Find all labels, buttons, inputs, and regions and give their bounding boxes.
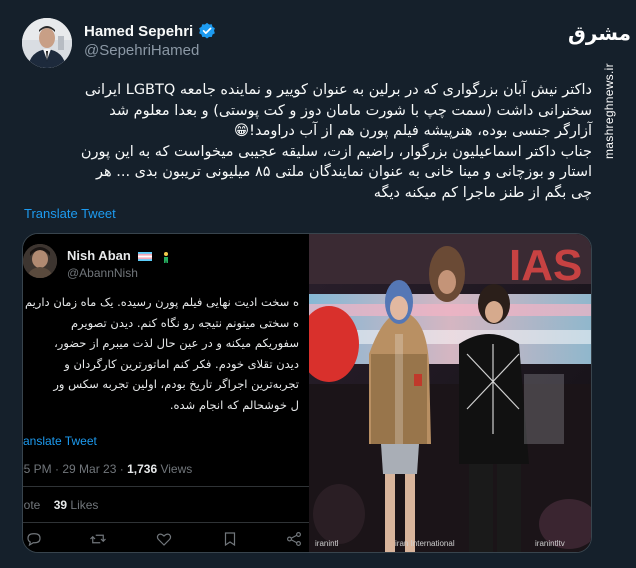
embedded-timestamp-row: 05 PM · 29 Mar 23 · 1,736 Views [23,462,192,476]
embedded-author-avatar [23,244,57,278]
share-icon [287,532,301,546]
embedded-tweet-body: ه سخت ادیت نهایی فیلم پورن رسیده. یک ماه… [23,292,299,415]
retweet-icon [90,534,106,544]
author-name-row: Hamed Sepehri [84,22,216,40]
embedded-action-bar [23,530,309,550]
trans-flag-icon [138,252,153,262]
embedded-tweet-screenshot: Nish Aban @AbannNish ه سخت ادیت نهایی فی… [23,234,309,552]
embedded-tweet-line: ل خوشحالم که انجام شده. [169,397,299,412]
embedded-tweet-line: سفوریکم میکنه و در عین حال لذت میبرم از … [54,336,299,350]
tweet-line: استار و بوزچانی و مینا خانی به عنوان نما… [95,164,592,180]
photo-watermark-handle: iranintltv [535,539,565,548]
mashregh-watermark: مشرق mashreghnews.ir [567,12,634,172]
author-avatar[interactable] [22,18,72,68]
photo-watermark-left: iranintl [315,539,339,548]
meta-separator: · [119,462,128,476]
like-icon [156,533,172,546]
bookmark-icon [224,532,236,547]
tweet-line: چی بگم از طنز ماجرا کم میکنه دیگه [373,184,592,201]
embedded-stats-row: uote 39 Likes [23,498,98,512]
embedded-translate-link: ranslate Tweet [23,434,97,448]
author-display-name[interactable]: Hamed Sepehri [84,23,193,40]
divider [23,522,309,523]
embedded-likes-count: 39 [53,498,68,512]
embedded-views-label: Views [160,462,193,476]
tweet-line: آزارگر جنسی بوده، هنرپیشه فیلم پورن هم ا… [234,123,592,139]
author-photo [22,18,72,68]
tweet-line: سخنرانی داشت (سمت چپ با شورت مامان دوز و… [109,102,592,119]
embedded-avatar-photo [23,244,57,278]
tweet-line: جناب داکتر اسماعیلیون بزرگوار، راضیم ازت… [80,143,592,160]
tweet-media[interactable]: Nish Aban @AbannNish ه سخت ادیت نهایی فی… [22,233,592,553]
tweet-line: داکتر نیش آبان بزرگواری که در برلین به ع… [84,82,592,98]
translate-tweet-link[interactable]: Translate Tweet [24,206,116,221]
embedded-author-name-text: Nish Aban [67,248,131,263]
event-photo: IAS iran International iranintltv iranin… [309,234,591,552]
embedded-quotes-label: uote [23,498,41,512]
speakers-on-stage-photo: IAS iran International iranintltv iranin… [309,234,591,552]
tweet-body: داکتر نیش آبان بزرگواری که در برلین به ع… [22,80,592,203]
embedded-date: 29 Mar 23 [62,462,117,476]
mashregh-logo: مشرق [567,21,631,45]
embedded-time: 05 PM [23,462,52,476]
embedded-tweet-line: ه سخت ادیت نهایی فیلم پورن رسیده. یک ماه… [24,295,299,309]
embedded-views-count: 1,736 [127,462,158,476]
embedded-likes-label: Likes [70,498,99,512]
photo-watermark-brand: iran International [395,539,455,548]
divider [23,486,309,487]
embedded-tweet-line: دیدن تقلای خودم. فکر کنم اماتورترین کارگ… [64,356,299,371]
tweet-card: Hamed Sepehri @SepehriHamed مشرق mashreg… [0,0,636,568]
mashregh-url: mashreghnews.ir [602,63,616,159]
embedded-tweet-line: تجربه‌ترین اجراگر تاریخ بودم، اولین تجرب… [53,377,299,391]
reply-icon [27,533,41,547]
embedded-author-handle: @AbannNish [67,266,138,280]
embedded-author-name: Nish Aban [67,248,172,263]
person-emoji-icon [164,251,169,263]
banner-text: IAS [509,241,582,290]
verified-badge-icon [199,22,216,39]
author-handle[interactable]: @SepehriHamed [84,42,199,59]
embedded-tweet-line: ه سختی میتونم نتیجه رو نگاه کنم. دیدن تص… [70,315,299,330]
